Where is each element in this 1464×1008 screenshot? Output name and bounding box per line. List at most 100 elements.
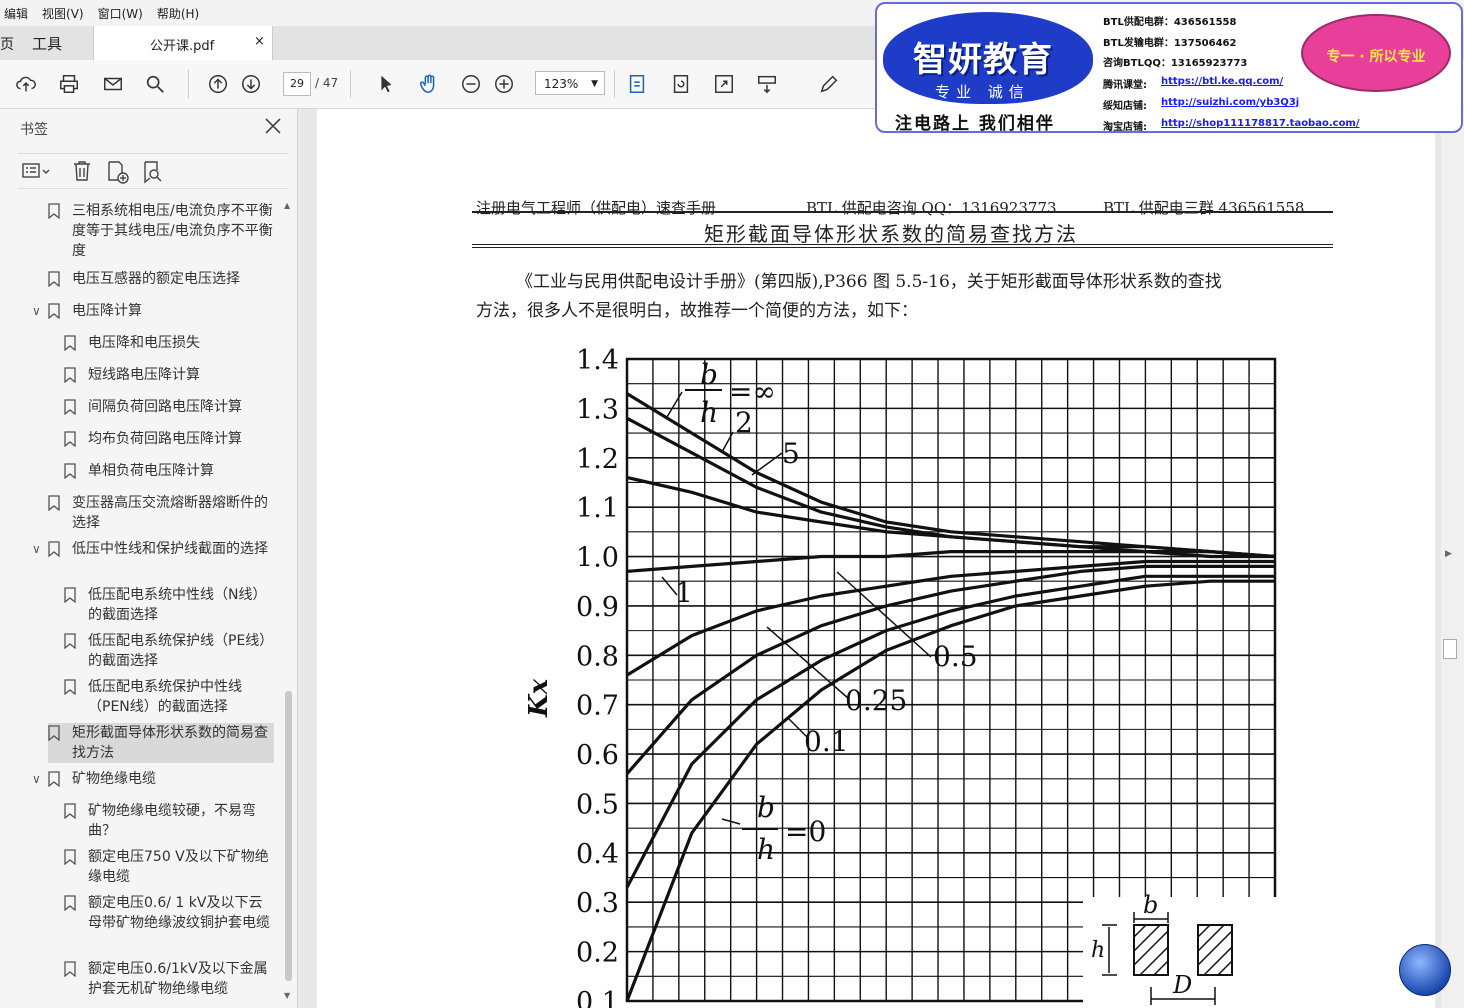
bookmark-label: 均布负荷回路电压降计算 bbox=[88, 431, 242, 447]
delete-icon[interactable] bbox=[72, 160, 92, 186]
panel-title: 书签 bbox=[20, 122, 48, 138]
scroll-thumb[interactable] bbox=[1443, 639, 1457, 659]
chevron-down-icon[interactable]: ∨ bbox=[32, 769, 41, 789]
bookmark-item[interactable]: 电压降和电压损失 bbox=[64, 333, 274, 353]
ad-link[interactable]: https://btl.ke.qq.com/ bbox=[1161, 76, 1283, 87]
dimension-label: h bbox=[1091, 938, 1105, 963]
ad-text: 绥知店铺: bbox=[1103, 101, 1147, 112]
zoom-out-icon[interactable] bbox=[459, 72, 483, 96]
ad-badge-text: 专一 · 所以专业 bbox=[1326, 49, 1426, 65]
bookmark-item[interactable]: ∨ 电压降计算 bbox=[32, 301, 274, 321]
menu-edit[interactable]: 编辑 bbox=[4, 5, 28, 22]
dimension-label: b bbox=[1143, 891, 1158, 919]
bookmark-item[interactable]: 低压配电系统中性线（N线）的截面选择 bbox=[64, 585, 274, 625]
y-tick-labels: 1.4 1.3 1.2 1.1 1.0 0.9 0.8 0.7 0.6 0.5 0.4 0.3 0.2 0… bbox=[576, 345, 619, 1008]
bookmark-item[interactable]: 间隔负荷回路电压降计算 bbox=[64, 397, 274, 417]
bookmark-label: 矩形截面导体形状系数的简易查找方法 bbox=[72, 725, 268, 761]
bookmark-item[interactable]: 均布负荷回路电压降计算 bbox=[64, 429, 274, 449]
pdf-page: 注册电气工程师（供配电）速查手册 BTL 供配电咨询 QQ：1316923773… bbox=[317, 109, 1435, 1008]
mail-icon[interactable] bbox=[101, 72, 125, 96]
title-rule bbox=[472, 244, 1333, 245]
pen-icon[interactable] bbox=[817, 72, 841, 96]
dimension-label: D bbox=[1172, 971, 1192, 999]
page-header-right: BTL 供配电三群 436561558 bbox=[1103, 199, 1305, 217]
find-bookmark-icon[interactable] bbox=[142, 160, 164, 188]
scroll-down-icon[interactable]: ▼ bbox=[284, 991, 290, 1000]
bookmark-label: 电压互感器的额定电压选择 bbox=[72, 271, 240, 287]
add-bookmark-icon[interactable] bbox=[106, 160, 130, 188]
bookmark-item[interactable]: 额定电压0.6/ 1 kV及以下云母带矿物绝缘波纹铜护套电缆 bbox=[64, 893, 274, 953]
menu-view[interactable]: 视图(V) bbox=[42, 5, 84, 22]
bookmark-item[interactable]: 电压互感器的额定电压选择 bbox=[48, 269, 274, 289]
bookmark-icon bbox=[64, 803, 76, 819]
bookmark-item[interactable]: 变压器高压交流熔断器熔断件的选择 bbox=[48, 493, 274, 533]
document-scrollbar[interactable]: ▶ bbox=[1441, 109, 1464, 1008]
annotation-label: =0 bbox=[785, 815, 826, 848]
search-icon[interactable] bbox=[143, 72, 167, 96]
chevron-down-icon[interactable]: ∨ bbox=[32, 301, 41, 321]
y-tick-label: 0.6 bbox=[576, 740, 619, 771]
y-axis-label: Kx bbox=[524, 678, 554, 718]
bookmark-item[interactable]: 低压配电系统保护线（PE线）的截面选择 bbox=[64, 631, 274, 671]
bookmark-item[interactable]: 额定电压750 V及以下矿物绝缘电缆 bbox=[64, 847, 274, 887]
bookmark-item[interactable]: 矿物绝缘电缆较硬，不易弯曲？ bbox=[64, 801, 274, 841]
page-down-icon[interactable] bbox=[239, 72, 263, 96]
ad-text: 咨询BTLQQ：13165923773 bbox=[1103, 58, 1248, 69]
annotation-label: b bbox=[757, 791, 775, 824]
bookmark-icon bbox=[64, 335, 76, 351]
floating-assistant-icon[interactable] bbox=[1399, 944, 1451, 996]
bookmark-item[interactable]: 低压配电系统保护中性线（PEN线）的截面选择 bbox=[64, 677, 274, 717]
zoom-in-icon[interactable] bbox=[492, 72, 516, 96]
bookmark-item[interactable]: 单相负荷电压降计算 bbox=[64, 461, 274, 481]
tab-close-button[interactable]: × bbox=[254, 34, 265, 49]
read-mode-icon[interactable] bbox=[755, 72, 779, 96]
bookmark-item[interactable]: 额定电压0.6/1kV及以下金属护套无机矿物绝缘电缆 bbox=[64, 959, 274, 999]
ad-link[interactable]: http://suizhi.com/yb3Q3j bbox=[1161, 97, 1299, 108]
fullscreen-icon[interactable] bbox=[712, 72, 736, 96]
bookmark-icon bbox=[64, 633, 76, 649]
hand-tool-icon[interactable] bbox=[417, 72, 441, 96]
fit-page-icon[interactable] bbox=[625, 72, 649, 96]
close-icon[interactable] bbox=[262, 115, 284, 137]
title-rule bbox=[472, 247, 1333, 248]
page-up-icon[interactable] bbox=[206, 72, 230, 96]
select-cursor-icon[interactable] bbox=[374, 72, 398, 96]
options-menu-icon[interactable] bbox=[22, 161, 50, 185]
scroll-up-icon[interactable]: ▲ bbox=[284, 201, 290, 210]
print-icon[interactable] bbox=[57, 72, 81, 96]
bookmark-label: 额定电压750 V及以下矿物绝缘电缆 bbox=[88, 849, 269, 885]
y-tick-label: 1.0 bbox=[576, 543, 619, 574]
bookmark-icon bbox=[48, 541, 60, 557]
sidebar-scrollbar[interactable]: ▲ ▼ bbox=[283, 199, 295, 1004]
y-tick-label: 0.1 bbox=[576, 987, 619, 1008]
annotation-label: 1 bbox=[675, 576, 693, 609]
page-total: / 47 bbox=[315, 76, 339, 90]
ad-text: 腾讯课堂: bbox=[1103, 80, 1147, 91]
bookmark-item[interactable]: ∨ 低压中性线和保护线截面的选择 bbox=[32, 539, 274, 579]
chevron-down-icon[interactable]: ∨ bbox=[32, 539, 41, 559]
rotate-icon[interactable] bbox=[669, 72, 693, 96]
bookmark-icon bbox=[64, 463, 76, 479]
annotation-label: h bbox=[757, 833, 775, 866]
annotation-label: 0.25 bbox=[845, 684, 907, 717]
tab-tools[interactable]: 工具 bbox=[32, 33, 62, 54]
bookmark-item[interactable]: ∨ 矿物绝缘电缆 bbox=[32, 769, 274, 789]
bookmark-item[interactable]: 三相系统相电压/电流负序不平衡度等于其线电压/电流负序不平衡度 bbox=[48, 201, 274, 261]
bookmark-list: 三相系统相电压/电流负序不平衡度等于其线电压/电流负序不平衡度电压互感器的额定电… bbox=[0, 199, 283, 1004]
tab-home[interactable]: 页 bbox=[0, 34, 14, 54]
bookmark-icon bbox=[64, 431, 76, 447]
menu-help[interactable]: 帮助(H) bbox=[157, 5, 199, 22]
ad-link[interactable]: http://shop111178817.taobao.com/ bbox=[1161, 118, 1360, 129]
upload-icon[interactable] bbox=[14, 72, 38, 96]
expand-panel-icon[interactable]: ▶ bbox=[1445, 549, 1452, 559]
annotation-label: 5 bbox=[782, 437, 800, 470]
page-number-input[interactable]: 29 bbox=[283, 72, 311, 96]
zoom-select[interactable]: 123% ▼ bbox=[535, 71, 605, 95]
bookmark-item[interactable]: 矩形截面导体形状系数的简易查找方法 bbox=[48, 723, 274, 763]
menu-window[interactable]: 窗口(W) bbox=[98, 5, 143, 22]
scroll-thumb[interactable] bbox=[285, 691, 292, 981]
bookmark-icon bbox=[48, 303, 60, 319]
bookmark-item[interactable]: 短线路电压降计算 bbox=[64, 365, 274, 385]
tab-document[interactable]: 公开课.pdf × bbox=[93, 26, 273, 60]
document-title: 矩形截面导体形状系数的简易查找方法 bbox=[704, 222, 1078, 246]
